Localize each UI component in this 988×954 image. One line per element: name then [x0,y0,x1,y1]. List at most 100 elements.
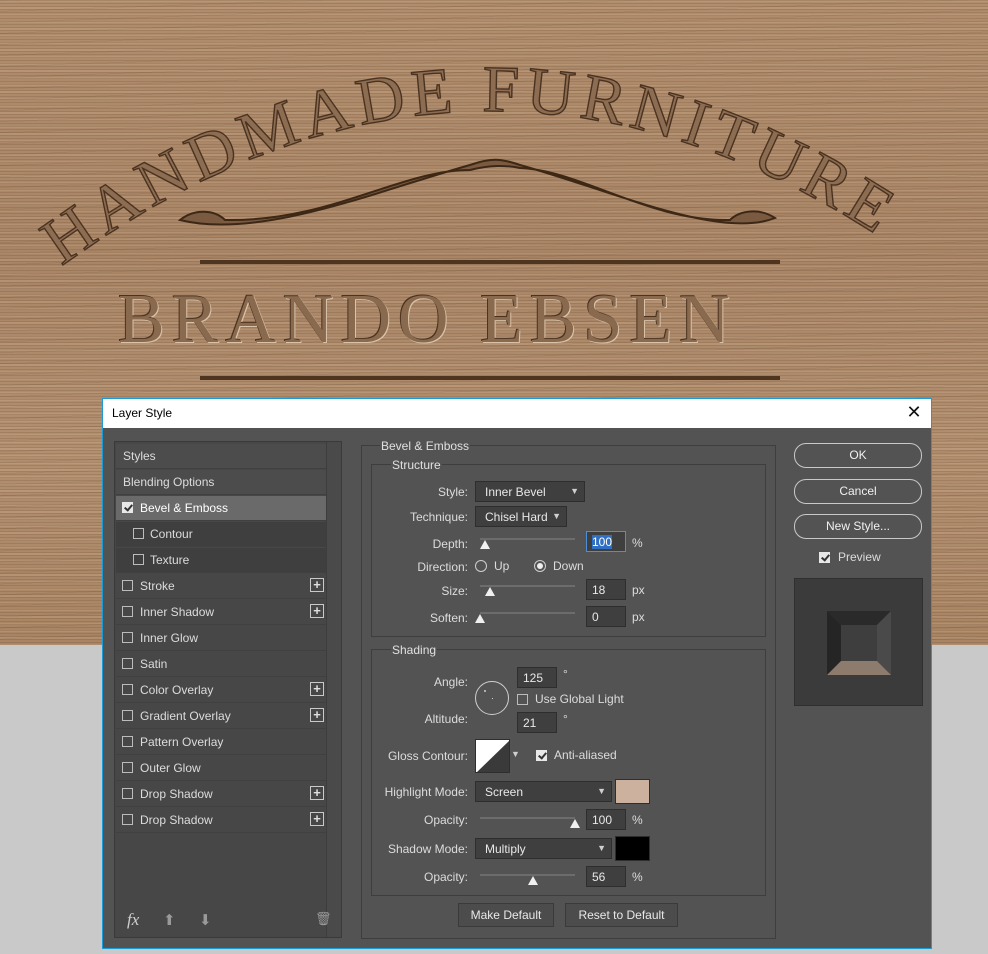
style-item-label: Inner Shadow [140,605,215,619]
style-item-inner-glow[interactable]: Inner Glow [116,626,326,651]
highlight-opacity-slider-track[interactable] [480,817,575,819]
shadow-opacity-label: Opacity: [423,870,468,884]
chevron-down-icon: ▼ [570,486,579,496]
make-default-button[interactable]: Make Default [458,903,554,927]
ok-button[interactable]: OK [794,443,922,468]
style-dropdown[interactable]: Inner Bevel ▼ [475,481,585,502]
style-item-checkbox[interactable] [122,684,133,695]
style-item-pattern-overlay[interactable]: Pattern Overlay [116,730,326,755]
shadow-opacity-input[interactable]: 56 [586,866,626,887]
style-item-stroke[interactable]: Stroke + [116,574,326,599]
style-item-checkbox[interactable] [122,814,133,825]
soften-slider-thumb[interactable] [475,614,485,623]
style-item-texture[interactable]: Texture [116,548,326,573]
close-icon[interactable]: ✕ [903,402,925,424]
size-input[interactable]: 18 [586,579,626,600]
direction-down-label: Down [553,559,584,573]
chevron-down-icon: ▼ [597,786,606,796]
styles-list-scrollbar[interactable] [326,442,341,937]
new-style-button[interactable]: New Style... [794,514,922,539]
preview-label: Preview [838,550,881,564]
cancel-button[interactable]: Cancel [794,479,922,504]
style-item-checkbox[interactable] [133,554,144,565]
add-effect-icon[interactable]: + [310,604,324,618]
preview-checkbox[interactable] [819,552,830,563]
soften-slider-track[interactable] [480,612,575,614]
use-global-light-checkbox[interactable] [517,694,528,705]
style-item-contour[interactable]: Contour [116,522,326,547]
shadow-mode-dropdown[interactable]: Multiply ▼ [475,838,612,859]
add-effect-icon[interactable]: + [310,786,324,800]
style-item-color-overlay[interactable]: Color Overlay + [116,678,326,703]
add-effect-icon[interactable]: + [310,812,324,826]
style-item-label: Styles [123,449,156,463]
fx-icon[interactable]: fx [127,910,139,930]
dialog-title: Layer Style [112,406,173,420]
depth-unit: % [632,536,643,550]
technique-label: Technique: [409,510,468,524]
shadow-opacity-slider-thumb[interactable] [528,876,539,885]
trash-icon[interactable]: 🗑 [315,911,332,927]
style-item-checkbox[interactable] [122,762,133,773]
highlight-color-swatch[interactable] [615,779,650,804]
highlight-opacity-slider-thumb[interactable] [570,819,580,828]
style-item-outer-glow[interactable]: Outer Glow [116,756,326,781]
style-item-satin[interactable]: Satin [116,652,326,677]
dialog-titlebar[interactable]: Layer Style ✕ [103,399,931,428]
anti-aliased-label: Anti-aliased [554,748,617,762]
depth-slider-thumb[interactable] [479,540,490,549]
add-effect-icon[interactable]: + [310,578,324,592]
style-item-checkbox[interactable] [122,580,133,591]
add-effect-icon[interactable]: + [310,682,324,696]
style-item-label: Blending Options [123,475,215,489]
anti-aliased-checkbox[interactable] [536,750,547,761]
shadow-mode-label: Shadow Mode: [387,842,468,856]
gloss-contour-swatch[interactable] [475,739,510,773]
size-slider-thumb[interactable] [484,587,495,596]
style-item-blending-options[interactable]: Blending Options [116,470,326,495]
style-item-checkbox[interactable] [122,632,133,643]
style-item-drop-shadow[interactable]: Drop Shadow + [116,782,326,807]
style-item-checkbox[interactable] [133,528,144,539]
bevel-emboss-title: Bevel & Emboss [380,439,471,453]
altitude-input[interactable]: 21 [517,712,557,733]
style-item-inner-shadow[interactable]: Inner Shadow + [116,600,326,625]
style-item-checkbox[interactable] [122,710,133,721]
style-item-label: Bevel & Emboss [140,501,229,515]
style-item-label: Inner Glow [140,631,199,645]
move-up-icon[interactable]: ⬆ [163,911,176,929]
direction-up-radio[interactable] [475,560,487,572]
style-item-checkbox[interactable] [122,658,133,669]
depth-slider-track[interactable] [480,538,575,540]
angle-dial[interactable] [475,681,509,715]
style-item-bevel-emboss[interactable]: Bevel & Emboss [116,496,326,521]
technique-dropdown[interactable]: Chisel Hard ▼ [475,506,567,527]
shadow-color-swatch[interactable] [615,836,650,861]
soften-input[interactable]: 0 [586,606,626,627]
reset-to-default-button[interactable]: Reset to Default [565,903,678,927]
angle-input[interactable]: 125 [517,667,557,688]
highlight-mode-value: Screen [485,785,524,799]
style-item-checkbox[interactable] [122,606,133,617]
direction-down-radio[interactable] [534,560,546,572]
style-item-styles[interactable]: Styles [116,444,326,469]
move-down-icon[interactable]: ⬇ [199,911,212,929]
chevron-down-icon[interactable]: ▼ [511,749,520,759]
style-item-checkbox[interactable] [122,788,133,799]
shading-title: Shading [391,643,438,657]
soften-unit: px [632,610,645,624]
add-effect-icon[interactable]: + [310,708,324,722]
style-item-drop-shadow[interactable]: Drop Shadow + [116,808,326,833]
style-item-checkbox[interactable] [122,502,133,513]
angle-label: Angle: [433,675,468,689]
style-item-label: Contour [150,527,193,541]
gloss-contour-graph [477,740,509,772]
altitude-label: Altitude: [424,712,468,726]
highlight-opacity-input[interactable]: 100 [586,809,626,830]
style-item-gradient-overlay[interactable]: Gradient Overlay + [116,704,326,729]
style-item-checkbox[interactable] [122,736,133,747]
highlight-mode-dropdown[interactable]: Screen ▼ [475,781,612,802]
depth-input[interactable]: 100 [586,531,626,552]
angle-dial-marker [484,690,486,692]
structure-title: Structure [391,458,442,472]
